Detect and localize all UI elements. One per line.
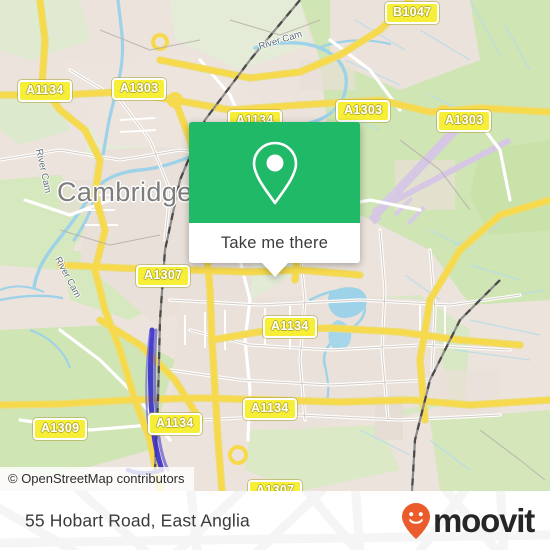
road-shield[interactable]: A1134 [18,80,72,102]
osm-attribution[interactable]: © OpenStreetMap contributors [0,467,194,491]
map-screenshot: Cambridge River Cam River Cam River Cam … [0,0,550,550]
road-shield[interactable]: A1307 [248,480,303,491]
map-pin-icon [252,141,297,204]
footer-bar: 55 Hobart Road, East Anglia moovit [0,491,550,550]
road-shield[interactable]: A1134 [148,413,202,435]
road-shield[interactable]: B1047 [385,2,440,24]
popup-pointer [261,263,288,277]
road-shield[interactable]: A1303 [112,78,167,100]
popup-action-row[interactable]: Take me there [189,223,360,263]
location-popup-card[interactable]: Take me there [189,122,360,277]
city-label: Cambridge [57,177,193,207]
road-shield[interactable]: A1303 [336,100,391,122]
moovit-wordmark: moovit [433,502,535,539]
moovit-logo: moovit [401,502,535,540]
address-label: 55 Hobart Road, East Anglia [25,510,250,530]
popup-header [189,122,360,223]
moovit-smiley-pin-icon [402,502,431,539]
road-shield[interactable]: A1303 [437,110,492,132]
road-shield[interactable]: A1309 [33,418,88,440]
road-shield[interactable]: A1134 [263,316,317,338]
take-me-there-label: Take me there [220,233,329,252]
road-shield[interactable]: A1134 [243,398,297,420]
road-shield[interactable]: A1307 [136,265,191,287]
